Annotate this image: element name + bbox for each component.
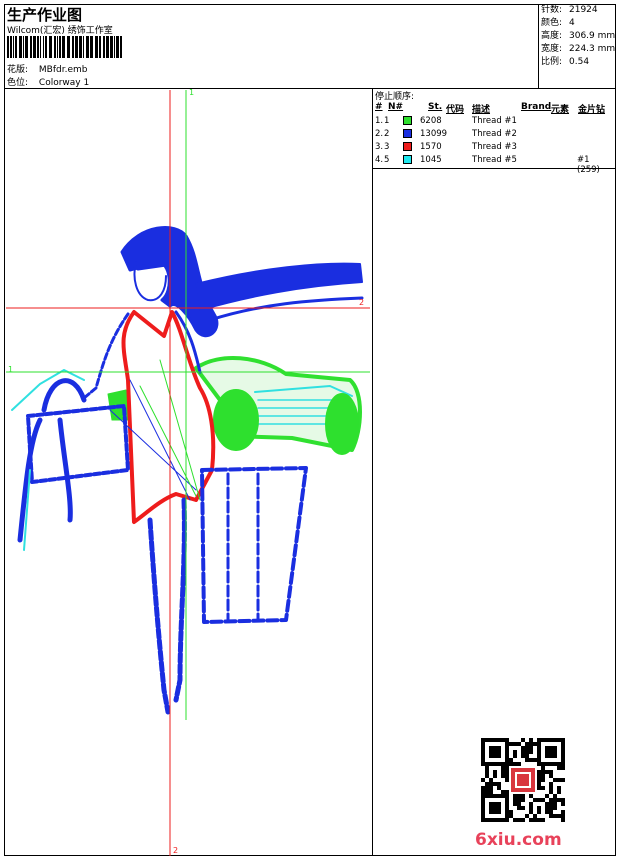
guide-label-bottom: 2 [173, 846, 179, 855]
legs [147, 497, 187, 715]
guide-label-left: 1 [8, 365, 14, 374]
left-arm [82, 312, 130, 400]
bag-handles [17, 378, 87, 543]
bag-right-stripes [226, 472, 260, 622]
scarf [195, 262, 363, 311]
watermark-logo: 6xiu.com [475, 830, 562, 850]
qr-code [481, 738, 565, 822]
guide-label-right: 2 [359, 298, 365, 307]
dress [121, 310, 216, 524]
shopping-bag-right [200, 466, 308, 624]
embroidery-preview [6, 90, 370, 856]
car-front-wheel [325, 393, 359, 455]
guide-label-top: 1 [189, 88, 195, 97]
car-rear-wheel [213, 389, 259, 451]
